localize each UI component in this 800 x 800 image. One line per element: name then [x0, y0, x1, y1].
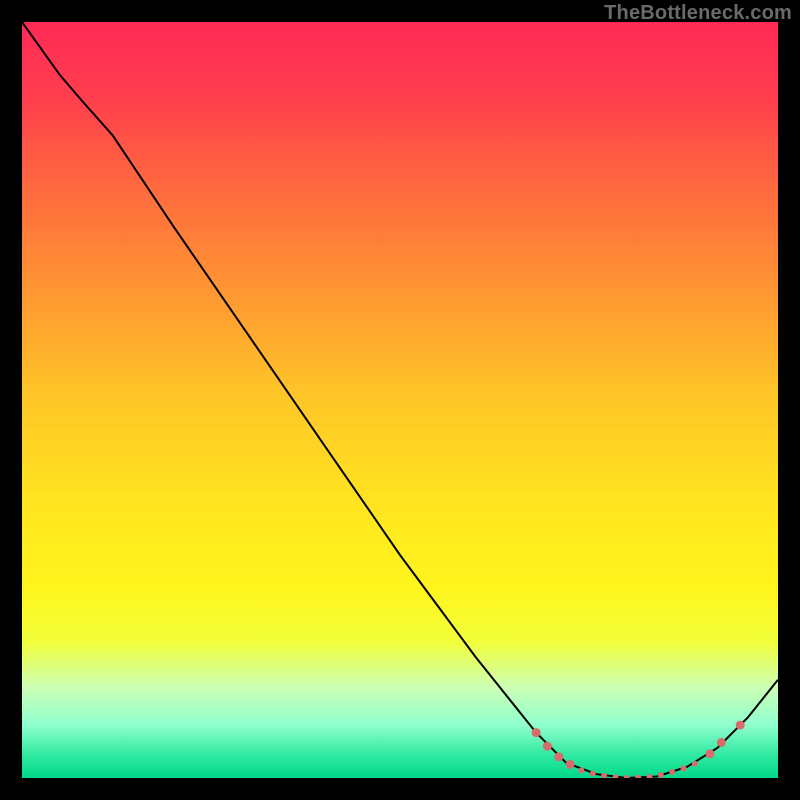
range-marker-dot [532, 728, 541, 737]
range-marker-dot [681, 765, 687, 771]
range-marker-dot [590, 771, 596, 777]
range-marker-dot [554, 752, 563, 761]
range-marker-dot [566, 760, 575, 769]
range-marker-dot [692, 761, 698, 767]
range-marker-dot [578, 767, 584, 773]
range-marker-dot [543, 742, 552, 751]
gradient-background [22, 22, 778, 778]
chart-svg [22, 22, 778, 778]
range-marker-dot [669, 769, 675, 775]
range-marker-dot [717, 738, 726, 747]
range-marker-dot [736, 721, 745, 730]
plot-area [22, 22, 778, 778]
chart-container: TheBottleneck.com [0, 0, 800, 800]
watermark-text: TheBottleneck.com [604, 2, 792, 25]
range-marker-dot [658, 772, 664, 778]
range-marker-dot [706, 749, 715, 758]
